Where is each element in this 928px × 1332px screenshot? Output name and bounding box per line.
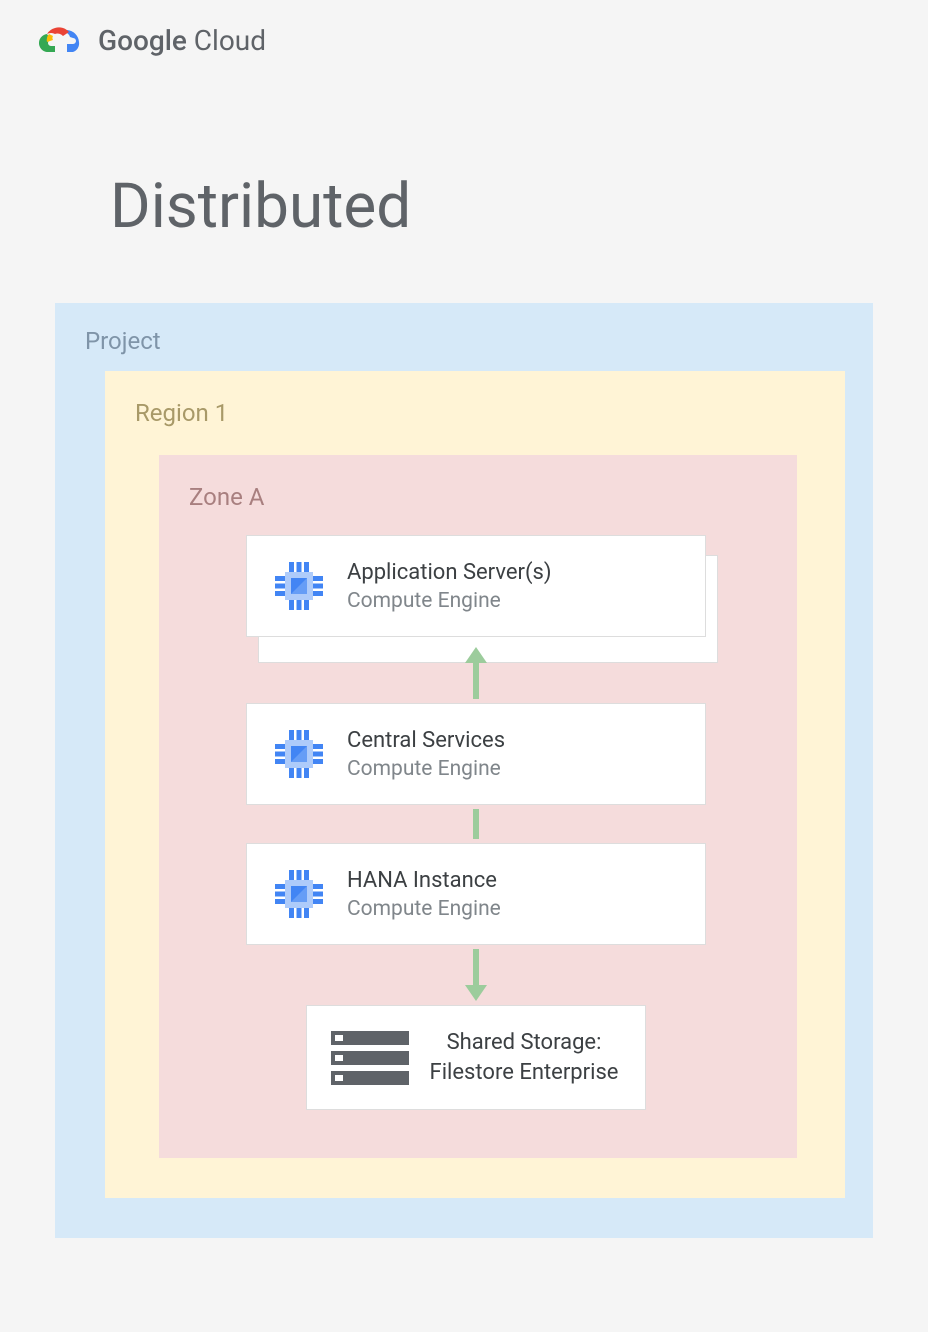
brand-text: Google Cloud [98, 24, 266, 57]
compute-engine-icon [269, 864, 329, 924]
card-title: Central Services [347, 728, 505, 753]
node-stack: Application Server(s) Compute Engine [219, 535, 733, 1110]
card-subtitle: Compute Engine [347, 897, 501, 921]
brand-light: Cloud [187, 24, 266, 57]
card-app-server: Application Server(s) Compute Engine [246, 535, 706, 637]
compute-engine-icon [269, 724, 329, 784]
storage-bar [331, 1051, 409, 1065]
card-title: HANA Instance [347, 868, 501, 893]
brand-strong: Google [98, 24, 187, 57]
card-hana-instance: HANA Instance Compute Engine [246, 843, 706, 945]
card-shared-storage: Shared Storage: Filestore Enterprise [306, 1005, 646, 1110]
arrow-down-icon [473, 949, 479, 987]
project-box: Project Region 1 Zone A [55, 303, 873, 1238]
card-texts: HANA Instance Compute Engine [347, 868, 501, 921]
storage-bar [331, 1031, 409, 1045]
node-app-server: Application Server(s) Compute Engine [246, 535, 706, 637]
region-label: Region 1 [135, 399, 797, 427]
card-texts: Central Services Compute Engine [347, 728, 505, 781]
google-cloud-logo-icon [36, 20, 86, 60]
header: Google Cloud [0, 0, 928, 80]
region-box: Region 1 Zone A [105, 371, 845, 1198]
card-title: Shared Storage: Filestore Enterprise [427, 1028, 621, 1087]
card-subtitle: Compute Engine [347, 589, 552, 613]
arrow-up-icon [473, 661, 479, 699]
card-texts: Shared Storage: Filestore Enterprise [427, 1028, 621, 1087]
card-central-services: Central Services Compute Engine [246, 703, 706, 805]
project-label: Project [85, 327, 845, 355]
zone-box: Zone A [159, 455, 797, 1158]
card-title: Application Server(s) [347, 560, 552, 585]
page-title: Distributed [110, 170, 928, 243]
card-texts: Application Server(s) Compute Engine [347, 560, 552, 613]
connector-line [473, 809, 479, 839]
zone-label: Zone A [189, 483, 733, 511]
compute-engine-icon [269, 556, 329, 616]
card-subtitle: Compute Engine [347, 757, 505, 781]
storage-icon [331, 1031, 409, 1085]
storage-bar [331, 1071, 409, 1085]
diagram: Project Region 1 Zone A [55, 303, 873, 1238]
